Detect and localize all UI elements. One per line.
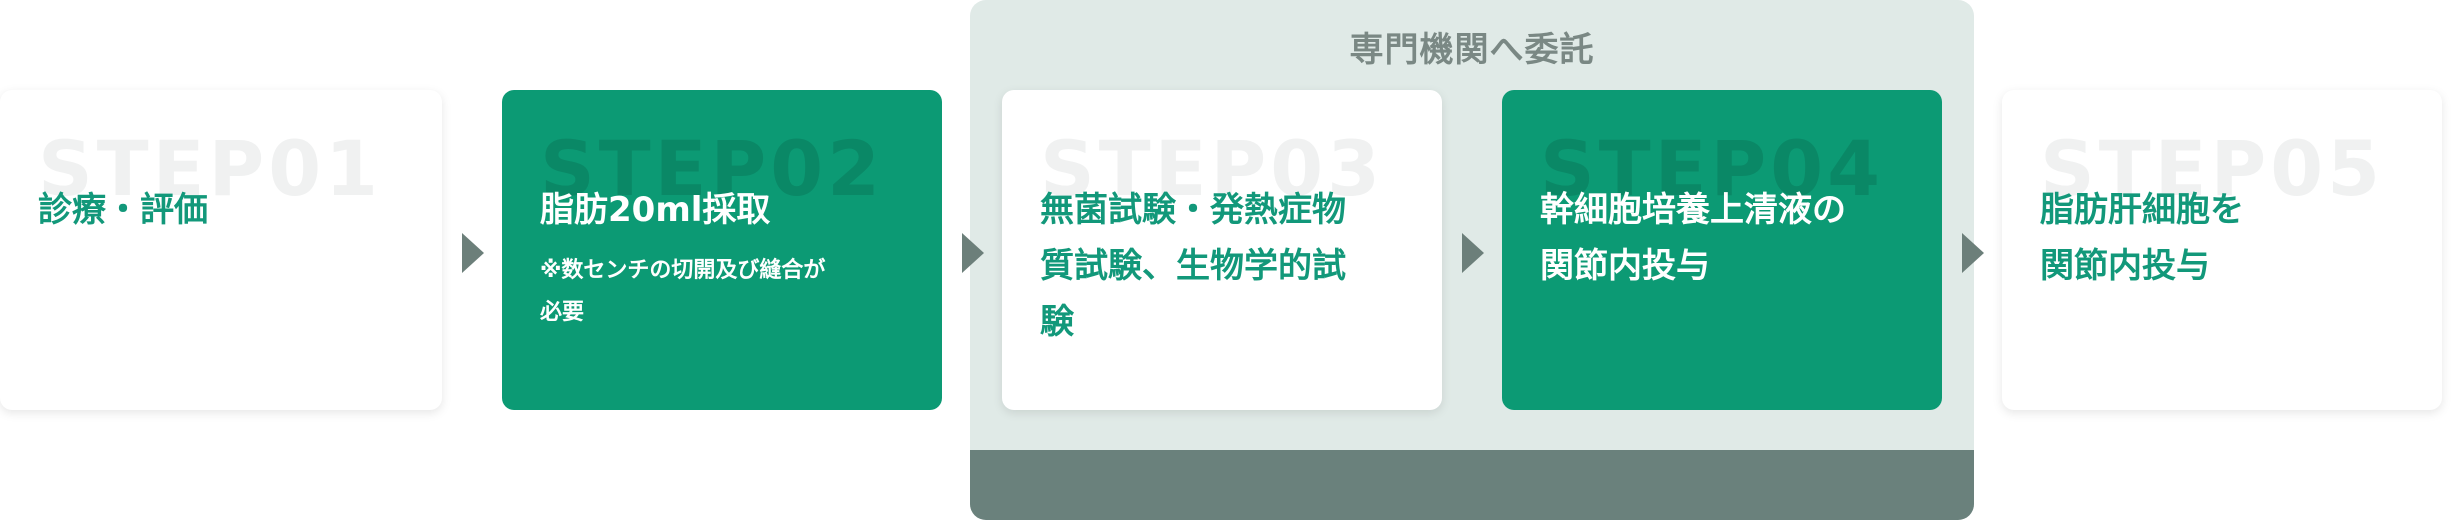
arrow-icon [462,233,484,273]
step-title: 幹細胞培養上清液の 関節内投与 [1540,190,1846,286]
step-title: 脂肪20ml採取 [540,190,771,230]
step-card-04: STEP04 幹細胞培養上清液の 関節内投与 [1502,90,1942,410]
arrow-icon [1462,233,1484,273]
step-title: 診療・評価 [38,190,208,230]
arrow-icon [962,233,984,273]
arrow-icon [1962,233,1984,273]
step-card-02: STEP02 脂肪20ml採取 ※数センチの切開及び縫合が 必要 [502,90,942,410]
group-band [970,450,1974,520]
step-title: 脂肪肝細胞を 関節内投与 [2040,190,2244,286]
group-title: 専門機関へ委託 [1349,30,1595,70]
step-card-01: STEP01 診療・評価 [0,90,442,410]
step-card-05: STEP05 脂肪肝細胞を 関節内投与 [2002,90,2442,410]
step-note: ※数センチの切開及び縫合が 必要 [540,258,826,325]
step-card-03: STEP03 無菌試験・発熱症物 質試験、生物学的試 験 [1002,90,1442,410]
step-title: 無菌試験・発熱症物 質試験、生物学的試 験 [1040,190,1346,342]
